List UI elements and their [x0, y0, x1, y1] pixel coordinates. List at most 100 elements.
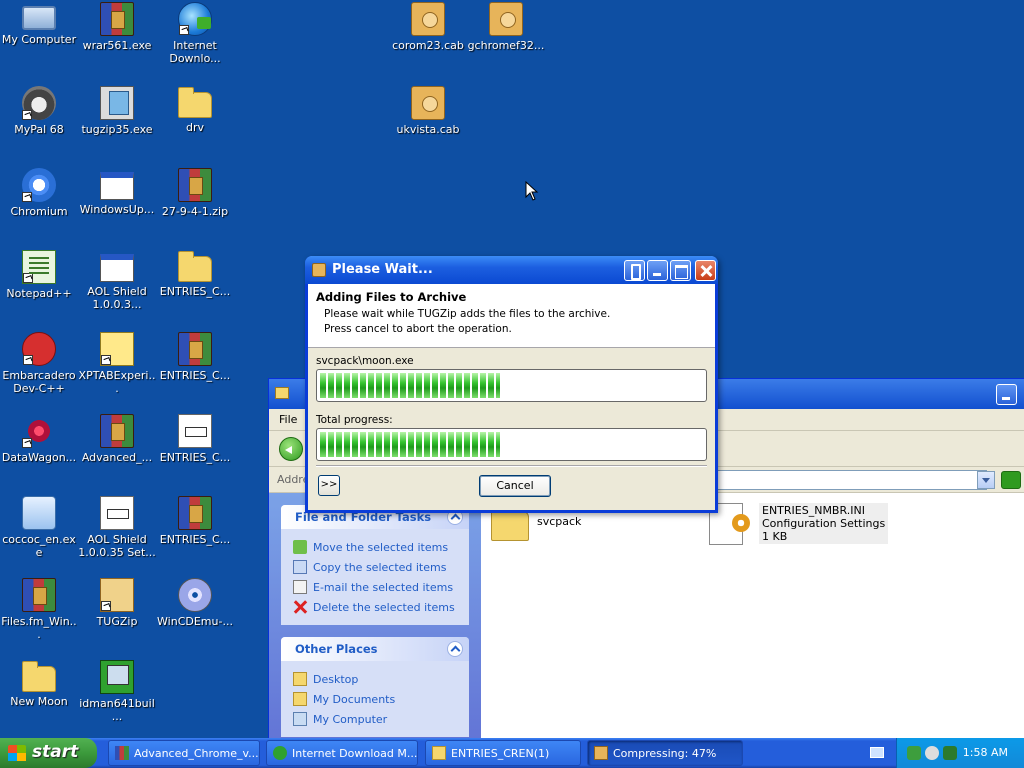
minimize-button[interactable] [647, 260, 668, 281]
desktop-icon-tugzip[interactable]: TUGZip [78, 578, 156, 628]
application-window-icon [100, 172, 134, 200]
place-my-computer[interactable]: My Computer [293, 709, 459, 729]
mypal-icon [22, 86, 56, 120]
place-my-documents[interactable]: My Documents [293, 689, 459, 709]
desktop-icon-label: ENTRIES_C... [159, 369, 231, 382]
desktop-icon-aol-shield-1[interactable]: AOL Shield 1.0.0.3... [78, 250, 156, 311]
clock[interactable]: 1:58 AM [963, 746, 1008, 759]
start-button[interactable]: start [0, 738, 97, 768]
more-details-button[interactable]: >> [318, 475, 340, 496]
task-email[interactable]: E-mail the selected items [293, 577, 459, 597]
desktop-icon-zip[interactable]: 27-9-4-1.zip [156, 168, 234, 218]
desktop-icon-entries-folder[interactable]: ENTRIES_C... [156, 250, 234, 298]
taskbar-button-compressing[interactable]: Compressing: 47% [587, 740, 743, 766]
cancel-button[interactable]: Cancel [479, 475, 551, 497]
desktop-icon-internet-download[interactable]: Internet Downlo... [156, 2, 234, 65]
task-delete[interactable]: Delete the selected items [293, 597, 459, 617]
file-type: Configuration Settings [762, 517, 886, 530]
desktop-icon-wincdemu[interactable]: WinCDEmu-... [156, 578, 234, 628]
desktop-icon-advanced[interactable]: Advanced_... [78, 414, 156, 464]
dialog-body: svcpack\moon.exe Total progress: [316, 355, 707, 473]
desktop-icon-notepadpp[interactable]: Notepad++ [0, 250, 78, 300]
desktop-icon-idman[interactable]: idman641buil... [78, 660, 156, 723]
tray-button[interactable] [624, 260, 645, 281]
desktop-icon-label: New Moon [10, 695, 68, 708]
desktop-icon-entries-ini[interactable]: ENTRIES_C... [156, 414, 234, 464]
application-window-icon [100, 254, 134, 282]
places-panel-header[interactable]: Other Places [281, 637, 469, 661]
file-name: svcpack [537, 515, 582, 528]
place-label: My Computer [313, 712, 388, 726]
desktop-icon-gchromef32[interactable]: gchromef32... [467, 2, 545, 52]
desktop-icon-filesfm[interactable]: Files.fm_Win... [0, 578, 78, 641]
taskbar: start Advanced_Chrome_v... Internet Down… [0, 738, 1024, 768]
close-button[interactable] [695, 260, 716, 281]
taskbar-button-label: Compressing: 47% [613, 747, 717, 760]
task-copy[interactable]: Copy the selected items [293, 557, 459, 577]
desktop-icon-my-computer[interactable]: My Computer [0, 2, 78, 46]
current-file-progress-fill [320, 373, 500, 398]
back-arrow-icon[interactable] [279, 437, 303, 461]
maximize-button[interactable] [670, 260, 691, 281]
shortcut-arrow-icon [179, 25, 189, 35]
desktop-icon-tugzip35[interactable]: tugzip35.exe [78, 86, 156, 136]
file-name: ENTRIES_NMBR.INI [762, 504, 865, 517]
documents-folder-icon [293, 692, 307, 706]
shortcut-arrow-icon [23, 355, 33, 365]
desktop-icon-ukvista[interactable]: ukvista.cab [389, 86, 467, 136]
shortcut-arrow-icon [22, 192, 32, 202]
desktop-icon-label: ENTRIES_C... [159, 285, 231, 298]
installer-icon [22, 496, 56, 530]
volume-icon[interactable] [925, 746, 939, 760]
desktop-icon-chromium[interactable]: Chromium [0, 168, 78, 218]
desktop-icon-drv[interactable]: drv [156, 86, 234, 134]
collapse-chevron-icon[interactable] [447, 641, 463, 657]
taskbar-button-idm[interactable]: Internet Download M... [266, 740, 418, 766]
cab-archive-icon [489, 2, 523, 36]
desktop-icon-coccoc[interactable]: coccoc_en.exe [0, 496, 78, 559]
desktop-icon-windowsup[interactable]: WindowsUp... [78, 168, 156, 216]
idm-tray-icon[interactable] [943, 746, 957, 760]
desktop-icon-label: Notepad++ [6, 287, 72, 300]
desktop-icon-new-moon[interactable]: New Moon [0, 660, 78, 708]
desktop-icon-label: idman641buil... [79, 697, 155, 723]
dialog-heading: Adding Files to Archive [316, 290, 467, 304]
place-desktop[interactable]: Desktop [293, 669, 459, 689]
dialog-header: Adding Files to Archive Please wait whil… [308, 284, 715, 348]
total-progress-bar [316, 428, 707, 461]
desktop-icon-label: MyPal 68 [14, 123, 64, 136]
minimize-button[interactable] [996, 384, 1017, 405]
desktop-icon-wrar[interactable]: wrar561.exe [78, 2, 156, 52]
taskbar-button-advanced-chrome[interactable]: Advanced_Chrome_v... [108, 740, 260, 766]
desktop-icon-embarcadero[interactable]: Embarcadero Dev-C++ [0, 332, 78, 395]
desktop-icon-label: WinCDEmu-... [157, 615, 233, 628]
cab-archive-icon [411, 2, 445, 36]
desktop-icon-label: Advanced_... [81, 451, 153, 464]
go-arrow-icon[interactable] [1001, 471, 1021, 489]
desktop-icon-mypal[interactable]: MyPal 68 [0, 86, 78, 136]
tugzip-installer-icon [100, 86, 134, 120]
file-item-entries-ini[interactable]: ENTRIES_NMBR.INI Configuration Settings … [709, 503, 889, 545]
dialog-titlebar[interactable]: Please Wait... [305, 256, 718, 284]
folder-icon [178, 87, 212, 118]
cab-archive-icon [411, 86, 445, 120]
menu-file[interactable]: File [279, 413, 297, 426]
network-icon[interactable] [907, 746, 921, 760]
desktop-icon-aol-shield-2[interactable]: AOL Shield 1.0.0.35 Set... [78, 496, 156, 559]
desktop-icon-label: tugzip35.exe [81, 123, 153, 136]
desktop-icon-label: AOL Shield 1.0.0.3... [87, 285, 147, 311]
desktop-icon-label: XPTABExperi... [78, 369, 156, 395]
desktop-icon-datawagon[interactable]: DataWagon... [0, 414, 78, 464]
desktop-icon-label: 27-9-4-1.zip [161, 205, 229, 218]
xptab-icon [100, 332, 134, 366]
desktop-icon-entries-rar-2[interactable]: ENTRIES_C... [156, 496, 234, 546]
desktop-icon-xptab[interactable]: XPTABExperi... [78, 332, 156, 395]
keyboard-icon[interactable] [870, 747, 884, 758]
taskbar-button-entries-folder[interactable]: ENTRIES_CREN(1) [425, 740, 581, 766]
desktop-icon-entries-rar-1[interactable]: ENTRIES_C... [156, 332, 234, 382]
desktop-icon-corom23[interactable]: corom23.cab [389, 2, 467, 52]
windows-logo-icon [8, 745, 26, 761]
chevron-down-icon[interactable] [977, 471, 995, 489]
explorer-file-list: svcpack ENTRIES_NMBR.INI Configuration S… [481, 493, 1024, 739]
task-move[interactable]: Move the selected items [293, 537, 459, 557]
